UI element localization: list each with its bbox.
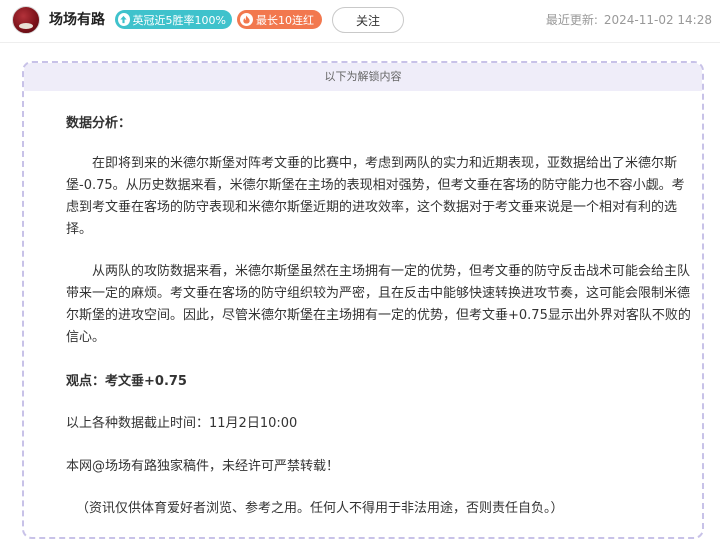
last-updated-time: 2024-11-02 14:28 — [603, 13, 712, 27]
author-avatar[interactable] — [12, 6, 40, 34]
arrow-up-icon — [118, 13, 130, 26]
viewpoint: 观点：考文垂+0.75 — [66, 374, 187, 389]
unlock-banner: 以下为解锁内容 — [24, 63, 702, 91]
win-rate-label: 英冠近5胜率100% — [132, 13, 226, 27]
last-updated-label: 最近更新: — [545, 13, 598, 27]
author-header: 场场有路 英冠近5胜率100% 最长10连红 关注 最近更新: 2024-11-0… — [0, 0, 720, 43]
streak-badge: 最长10连红 — [237, 10, 322, 29]
last-updated: 最近更新: 2024-11-02 14:28 — [546, 11, 712, 28]
follow-button[interactable]: 关注 — [332, 7, 404, 33]
analysis-heading: 数据分析： — [66, 116, 132, 131]
flame-icon — [240, 13, 253, 26]
author-name[interactable]: 场场有路 — [49, 10, 105, 30]
unlocked-content-box: 以下为解锁内容 数据分析： 在即将到来的米德尔斯堡对阵考文垂的比赛中，考虑到两队… — [22, 61, 704, 539]
data-cutoff-time: 以上各种数据截止时间：11月2日10:00 — [66, 416, 298, 431]
copyright-notice: 本网@场场有路独家稿件，未经许可严禁转载！ — [66, 459, 340, 474]
streak-label: 最长10连红 — [256, 13, 314, 27]
analysis-paragraph-1: 在即将到来的米德尔斯堡对阵考文垂的比赛中，考虑到两队的实力和近期表现，亚数据给出… — [66, 156, 685, 237]
disclaimer: （资讯仅供体育爱好者浏览、参考之用。任何人不得用于非法用途，否则责任自负。） — [76, 501, 564, 516]
analysis-paragraph-2: 从两队的攻防数据来看，米德尔斯堡虽然在主场拥有一定的优势，但考文垂的防守反击战术… — [66, 264, 691, 345]
win-rate-badge: 英冠近5胜率100% — [115, 10, 232, 29]
